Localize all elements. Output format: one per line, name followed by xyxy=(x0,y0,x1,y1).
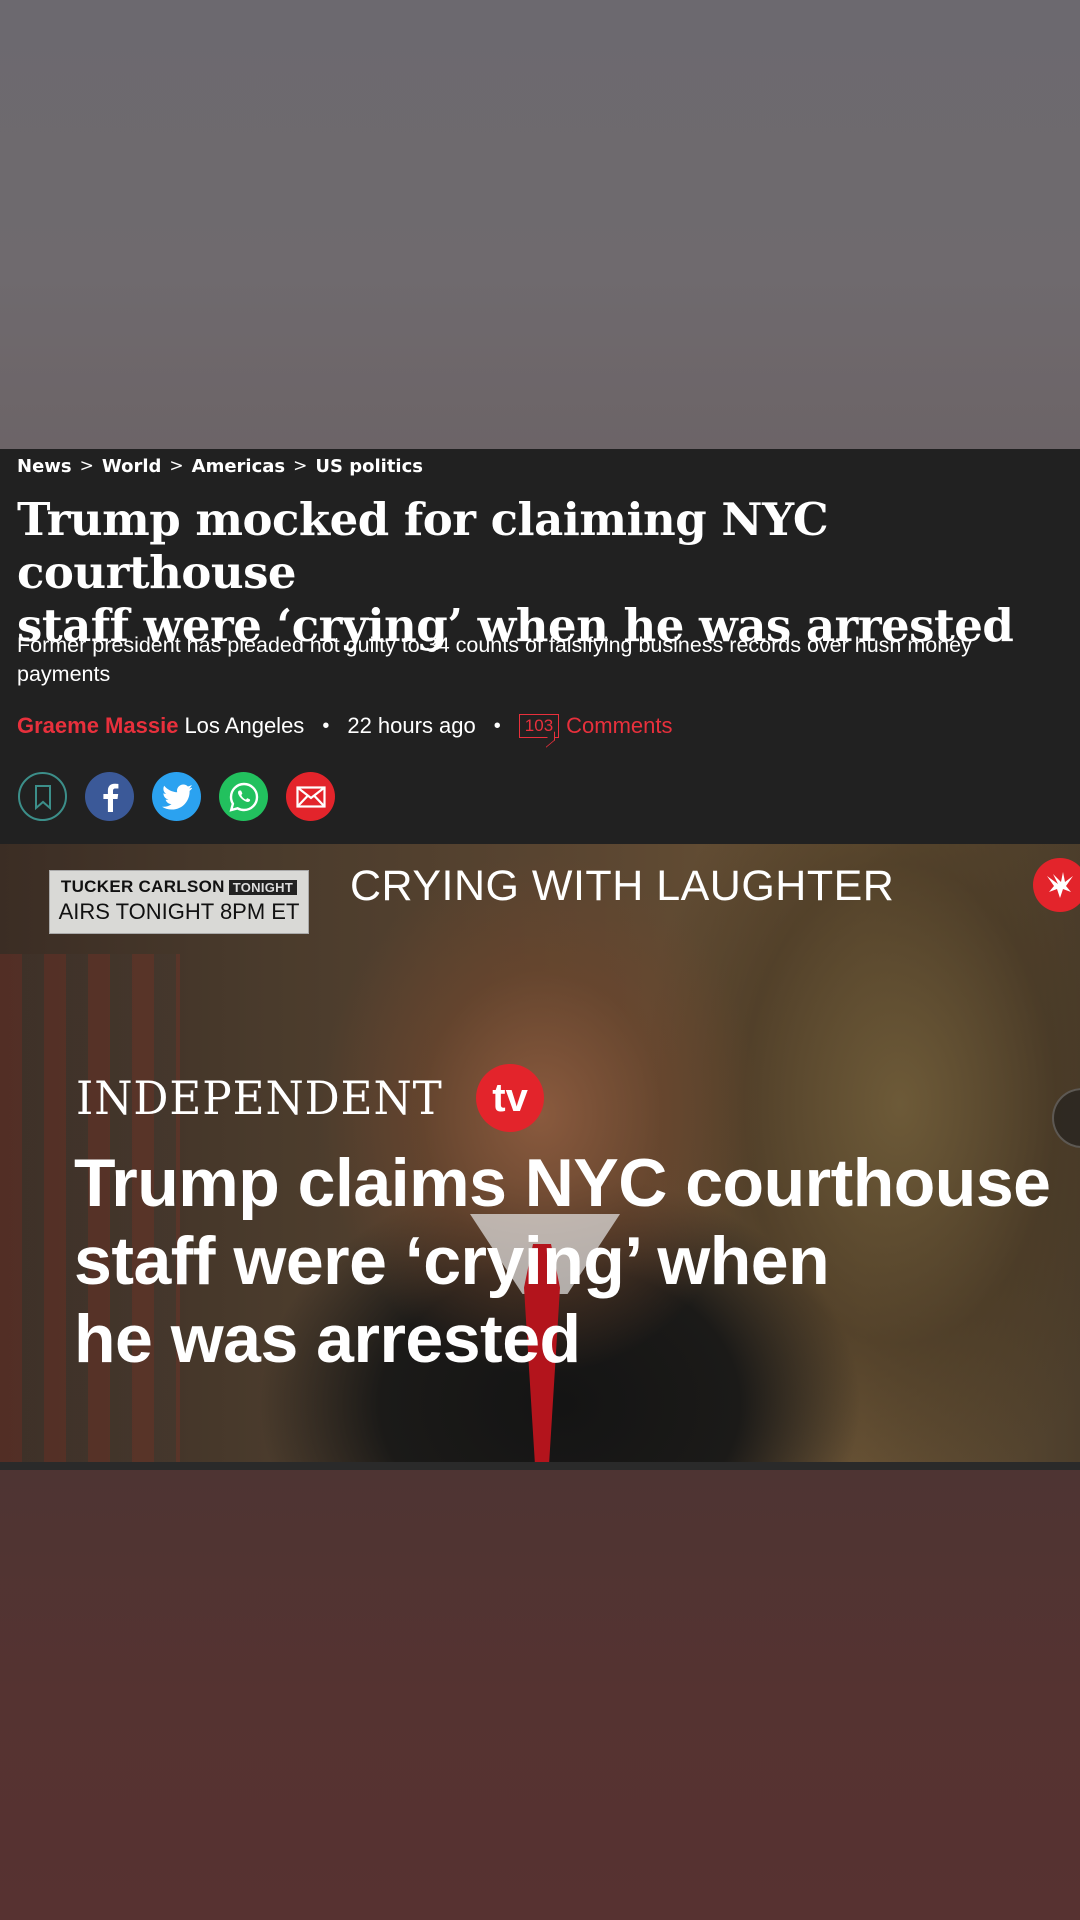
whatsapp-share-button[interactable] xyxy=(219,772,268,821)
bookmark-button[interactable] xyxy=(18,772,67,821)
tv-badge-icon: tv xyxy=(476,1064,545,1132)
whatsapp-icon xyxy=(228,782,258,812)
video-player[interactable]: TUCKER CARLSON TONIGHT AIRS TONIGHT 8PM E… xyxy=(0,844,1080,1462)
breadcrumb-separator: > xyxy=(79,456,94,476)
byline: Graeme Massie Los Angeles • 22 hours ago… xyxy=(17,711,673,741)
facebook-icon xyxy=(102,783,118,812)
author-link[interactable]: Graeme Massie xyxy=(17,713,178,739)
facebook-share-button[interactable] xyxy=(85,772,134,821)
badge-airtime: AIRS TONIGHT 8PM ET xyxy=(58,899,300,924)
byline-separator: • xyxy=(493,714,501,737)
bottom-blurred-backdrop xyxy=(0,1470,1080,1920)
breadcrumb-separator: > xyxy=(169,456,184,476)
byline-separator: • xyxy=(322,714,330,737)
comments-label: Comments xyxy=(566,713,673,738)
video-headline-line-2: staff were ‘crying’ when xyxy=(74,1223,830,1299)
article-standfirst: Former president has pleaded not guilty … xyxy=(17,633,972,686)
breadcrumb: News > World > Americas > US politics xyxy=(17,451,423,481)
badge-show-name: TUCKER CARLSON xyxy=(60,877,225,896)
video-headline-line-1: Trump claims NYC courthouse xyxy=(74,1145,1051,1221)
article-header: News > World > Americas > US politics Tr… xyxy=(0,449,1080,844)
video-overlay-title: CRYING WITH LAUGHTER xyxy=(350,862,895,910)
twitter-share-button[interactable] xyxy=(152,772,201,821)
eagle-logo-icon xyxy=(1033,858,1080,912)
independent-tv-brand: INDEPENDENT tv xyxy=(76,1064,545,1132)
bookmark-icon xyxy=(34,784,51,810)
top-blurred-backdrop xyxy=(0,0,1080,449)
email-share-button[interactable] xyxy=(286,772,335,821)
breadcrumb-americas[interactable]: Americas xyxy=(192,456,285,477)
breadcrumb-world[interactable]: World xyxy=(102,456,162,477)
comment-count-icon: 103 xyxy=(518,714,560,738)
video-headline-line-3: he was arrested xyxy=(74,1301,581,1377)
breadcrumb-us-politics[interactable]: US politics xyxy=(315,456,423,477)
email-icon xyxy=(295,785,326,808)
article-headline: Trump mocked for claiming NYC courthouse… xyxy=(17,493,1057,652)
author-location: Los Angeles xyxy=(184,713,305,738)
video-headline: Trump claims NYC courthouse staff were ‘… xyxy=(74,1144,1054,1378)
side-drag-handle[interactable] xyxy=(1052,1088,1080,1148)
twitter-icon xyxy=(161,784,192,809)
video-progress-bar[interactable] xyxy=(0,1462,1080,1470)
comments-link[interactable]: 103 Comments xyxy=(518,713,673,739)
badge-tonight-tag: TONIGHT xyxy=(228,880,298,895)
publish-time: 22 hours ago xyxy=(347,713,476,738)
headline-line-1: Trump mocked for claiming NYC courthouse xyxy=(17,493,829,599)
share-bar xyxy=(18,772,335,821)
independent-wordmark: INDEPENDENT xyxy=(76,1071,443,1125)
breadcrumb-separator: > xyxy=(293,456,308,476)
broadcast-badge: TUCKER CARLSON TONIGHT AIRS TONIGHT 8PM E… xyxy=(49,870,309,934)
breadcrumb-news[interactable]: News xyxy=(17,456,72,477)
